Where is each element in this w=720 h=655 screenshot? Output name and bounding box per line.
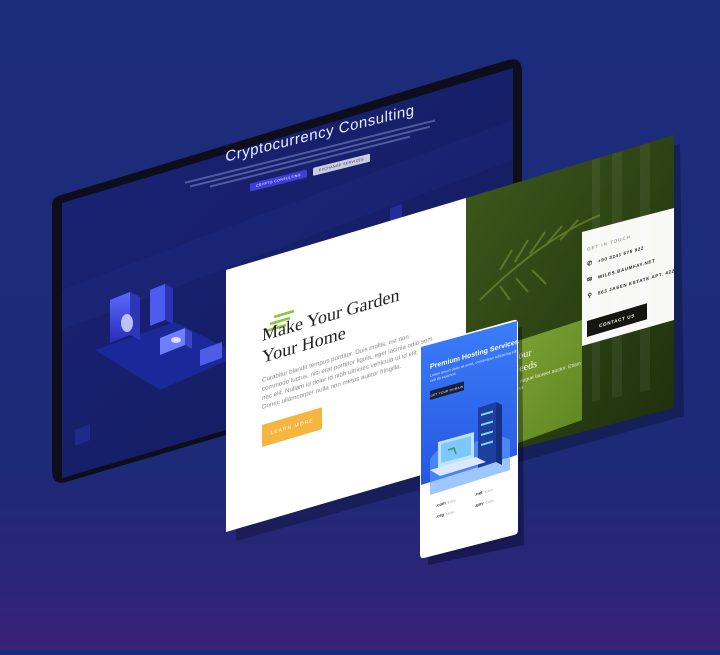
green-section: Your Needs vel augue laoreet auctor. Eti… [512, 328, 592, 395]
contact-address: 563 JASEN ESTATE APT. 422 [598, 268, 675, 296]
exchange-services-button[interactable]: EXCHANGE SERVICES [312, 153, 370, 176]
contact-address-row: ⚲ 563 JASEN ESTATE APT. 422 [587, 266, 677, 300]
hosting-hero: Premium Hosting Services Lorem ipsum dol… [430, 319, 520, 400]
crypto-consulting-button[interactable]: CRYPTO CONSULTING [250, 169, 307, 192]
green-heading: Your Needs [512, 328, 592, 378]
green-heading-line2: Needs [512, 358, 537, 377]
crypto-buttons: CRYPTO CONSULTING EXCHANGE SERVICES [140, 126, 480, 219]
get-domain-button[interactable]: GET YOUR DOMAIN [430, 381, 464, 400]
green-body: vel augue laoreet auctor. Etiam porta [512, 360, 581, 394]
location-pin-icon: ⚲ [587, 292, 593, 300]
contact-phone-row: ✆ +90 3241 675 922 [587, 234, 677, 268]
domain-item[interactable]: .gov $12/yr [475, 494, 506, 507]
contact-email[interactable]: WILES.BAUMFAY.NET [598, 258, 655, 280]
contact-us-button[interactable]: CONTACT US [587, 303, 647, 337]
garden-website-card: Make Your Garden Your Home Curabitur bla… [0, 0, 720, 650]
crypto-title: Cryptocurrency Consulting [225, 101, 415, 166]
hosting-mobile-phone: Premium Hosting Services Lorem ipsum dol… [0, 0, 720, 650]
contact-box: GET IN TOUCH ✆ +90 3241 675 922 ✉ WILES.… [587, 216, 677, 337]
crypto-body-lines [140, 108, 480, 205]
crypto-illustration [75, 204, 402, 446]
green-heading-line1: Your [512, 347, 532, 364]
server-illustration [430, 402, 510, 495]
garden-title-line1: Make Your Garden [262, 284, 400, 345]
phone-icon: ✆ [587, 260, 593, 268]
domain-item[interactable]: .com $12/yr [436, 494, 467, 508]
crypto-hero: Cryptocurrency Consulting CRYPTO CONSULT… [140, 33, 480, 268]
learn-more-button[interactable]: LEARN MORE [262, 407, 322, 447]
mail-icon: ✉ [587, 276, 593, 284]
garden-title-line2: Your Home [262, 322, 346, 367]
domain-list: .com $12/yr .net $12/yr .org $12/yr .gov $12… [436, 483, 506, 519]
hosting-title: Premium Hosting Services [430, 338, 519, 371]
phone-shapes [420, 319, 524, 565]
garden-body-text: Curabitur blandit tempus porttitor. Duis… [262, 333, 433, 411]
monitor-frame [52, 59, 522, 483]
contact-phone[interactable]: +90 3241 675 922 [598, 245, 644, 264]
garden-hero: Make Your Garden Your Home Curabitur bla… [262, 221, 462, 447]
hosting-subtitle: Lorem ipsum dolor sit amet, consectetur … [430, 349, 517, 383]
garden-title: Make Your Garden Your Home [262, 265, 462, 368]
contact-label: GET IN TOUCH [587, 233, 632, 252]
domain-item[interactable]: .net $12/yr [475, 483, 506, 497]
garden-logo-icon [265, 309, 295, 333]
domain-item[interactable]: .org $12/yr [436, 505, 467, 519]
crypto-website-monitor: Cryptocurrency Consulting CRYPTO CONSULT… [0, 0, 720, 650]
contact-email-row: ✉ WILES.BAUMFAY.NET [587, 250, 677, 284]
garden-card-shapes [226, 135, 684, 541]
